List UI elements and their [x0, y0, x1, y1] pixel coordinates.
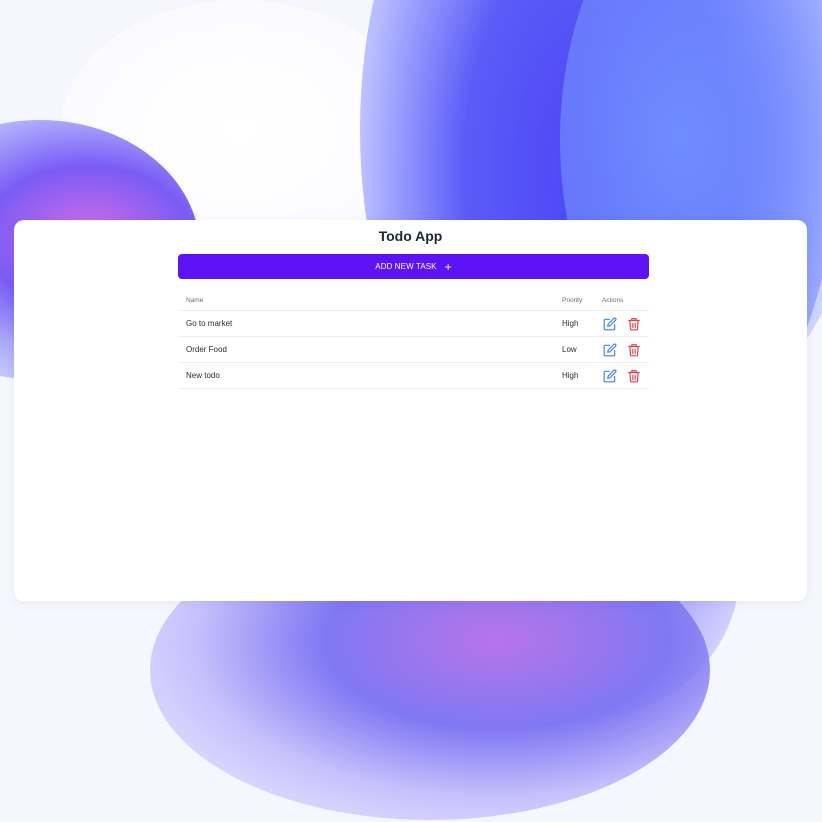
task-actions — [602, 336, 649, 363]
table-row: Go to market High — [178, 310, 649, 337]
page-title: Todo App — [378, 228, 443, 244]
trash-icon[interactable] — [627, 317, 641, 331]
task-priority: High — [562, 310, 602, 337]
plus-icon: + — [444, 259, 452, 274]
trash-icon[interactable] — [627, 343, 641, 357]
task-name: New todo — [178, 362, 562, 389]
table-header-row: Name Priority Actions — [178, 290, 649, 311]
edit-icon[interactable] — [603, 343, 617, 357]
trash-icon[interactable] — [627, 369, 641, 383]
column-header-name: Name — [178, 290, 562, 311]
task-actions — [602, 362, 649, 389]
table-row: Order Food Low — [178, 336, 649, 363]
task-priority: High — [562, 362, 602, 389]
task-name: Order Food — [178, 336, 562, 363]
add-new-task-button[interactable]: ADD NEW TASK + — [178, 254, 649, 279]
column-header-priority: Priority — [562, 290, 602, 311]
column-header-actions: Actions — [602, 290, 649, 311]
todo-table: Name Priority Actions Go to market High — [178, 290, 649, 389]
edit-icon[interactable] — [603, 369, 617, 383]
add-new-task-label: ADD NEW TASK — [375, 262, 437, 271]
task-priority: Low — [562, 336, 602, 363]
task-name: Go to market — [178, 310, 562, 337]
edit-icon[interactable] — [603, 317, 617, 331]
task-actions — [602, 310, 649, 337]
todo-card: Todo App ADD NEW TASK + Name Priority Ac… — [14, 220, 807, 601]
table-row: New todo High — [178, 362, 649, 389]
